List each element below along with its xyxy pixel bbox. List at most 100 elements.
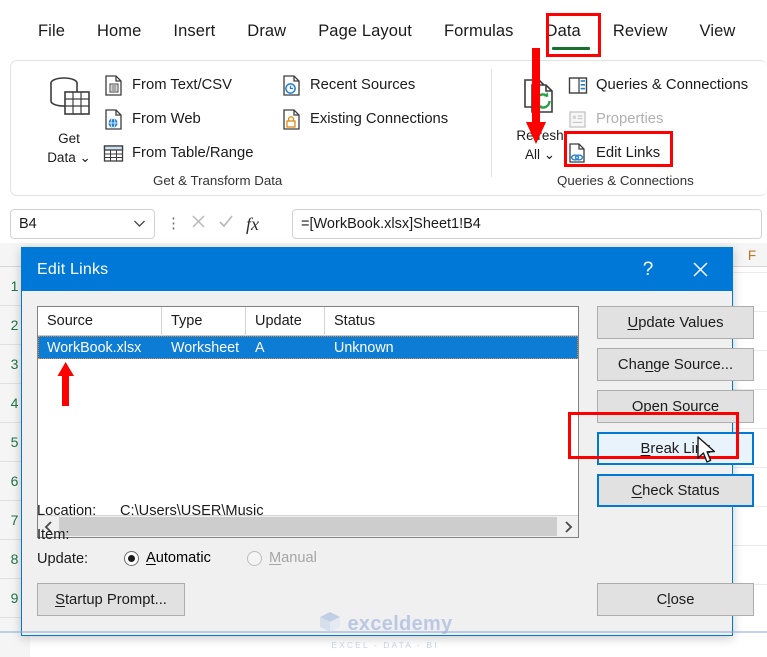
- tab-page-layout[interactable]: Page Layout: [302, 20, 428, 43]
- edit-links-label: Edit Links: [596, 145, 661, 161]
- from-text-csv-label: From Text/CSV: [132, 77, 233, 93]
- close-button[interactable]: [676, 248, 724, 291]
- web-icon: [103, 108, 124, 130]
- cell-type: Worksheet: [171, 339, 240, 356]
- ribbon-group-divider: [491, 69, 492, 177]
- data-tab-highlight-annotation: [546, 13, 601, 57]
- table-range-icon: [103, 143, 124, 164]
- radio-manual-label: Manual: [269, 550, 317, 566]
- chevron-down-icon[interactable]: ⌄: [79, 150, 90, 165]
- chevron-right-icon[interactable]: [558, 516, 578, 537]
- links-list[interactable]: Source Type Update Status WorkBook.xlsx …: [37, 306, 579, 538]
- list-horizontal-scrollbar[interactable]: [38, 515, 578, 537]
- location-value: C:\Users\USER\Music: [120, 503, 264, 519]
- existing-connections-label: Existing Connections: [310, 111, 449, 127]
- column-header-type[interactable]: Type: [162, 306, 246, 336]
- insert-function-icon[interactable]: fx: [246, 214, 259, 235]
- startup-prompt-button[interactable]: Startup Prompt...: [37, 583, 185, 616]
- column-header-update[interactable]: Update: [246, 306, 325, 336]
- from-web-button[interactable]: From Web: [103, 104, 201, 134]
- radio-automatic-indicator[interactable]: [124, 550, 139, 566]
- help-button[interactable]: ?: [626, 248, 670, 291]
- chevron-down-icon[interactable]: [133, 216, 146, 232]
- dialog-title-bar[interactable]: Edit Links ?: [22, 248, 732, 291]
- open-source-button[interactable]: Open Source: [597, 390, 754, 423]
- properties-icon: [567, 109, 588, 130]
- recent-sources-button[interactable]: Recent Sources: [281, 70, 415, 100]
- tab-insert[interactable]: Insert: [157, 20, 231, 43]
- edit-links-icon: [567, 142, 588, 164]
- dialog-title: Edit Links: [37, 260, 109, 278]
- group-label-get-transform: Get & Transform Data: [153, 173, 283, 188]
- change-source-label: Change Source...: [617, 356, 734, 373]
- break-link-button[interactable]: Break Link: [597, 432, 754, 465]
- existing-connections-icon: [281, 108, 302, 130]
- get-data-line1: Get: [58, 131, 80, 146]
- enter-icon[interactable]: [218, 214, 234, 234]
- close-dialog-label: Close: [656, 591, 695, 608]
- ribbon-body: Get Data ⌄ From Text/CSV From Web From T…: [10, 60, 767, 196]
- get-data-icon: [47, 75, 91, 126]
- edit-links-button[interactable]: Edit Links: [567, 138, 660, 168]
- tab-review[interactable]: Review: [597, 20, 684, 43]
- queries-connections-icon: [567, 75, 588, 96]
- cell-update: A: [255, 339, 265, 356]
- up-arrow-annotation: [56, 362, 76, 406]
- name-box[interactable]: B4: [10, 209, 155, 239]
- tab-view[interactable]: View: [684, 20, 752, 43]
- table-row[interactable]: WorkBook.xlsx Worksheet A Unknown: [38, 336, 578, 359]
- formula-bar-actions: fx: [182, 209, 285, 239]
- location-label: Location:: [37, 503, 97, 519]
- column-header-f[interactable]: F: [737, 243, 767, 267]
- scrollbar-thumb[interactable]: [59, 517, 557, 536]
- properties-button: Properties: [567, 104, 663, 134]
- column-header-source[interactable]: Source: [38, 306, 162, 336]
- group-label-queries-connections: Queries & Connections: [557, 173, 694, 188]
- from-web-label: From Web: [132, 111, 201, 127]
- tab-formulas[interactable]: Formulas: [428, 20, 530, 43]
- radio-manual-indicator: [247, 550, 262, 566]
- tab-home[interactable]: Home: [81, 20, 157, 43]
- watermark-line: [0, 631, 767, 633]
- get-data-label: Get Data ⌄: [47, 129, 91, 167]
- down-arrow-annotation: [525, 48, 547, 148]
- open-source-label: Open Source: [631, 398, 720, 415]
- existing-connections-button[interactable]: Existing Connections: [281, 104, 448, 134]
- update-values-button[interactable]: Update Values: [597, 306, 754, 339]
- column-header-status[interactable]: Status: [325, 307, 575, 336]
- from-table-range-label: From Table/Range: [132, 145, 254, 161]
- formula-bar: B4 ⋮ fx =[WorkBook.xlsx]Sheet1!B4: [0, 205, 767, 243]
- ribbon-tabs: File Home Insert Draw Page Layout Formul…: [22, 20, 751, 43]
- from-table-range-button[interactable]: From Table/Range: [103, 138, 253, 168]
- edit-links-dialog: Edit Links ? Source Type Update Status W…: [21, 247, 754, 636]
- formula-text: =[WorkBook.xlsx]Sheet1!B4: [301, 216, 481, 232]
- change-source-button[interactable]: Change Source...: [597, 348, 754, 381]
- formula-input[interactable]: =[WorkBook.xlsx]Sheet1!B4: [292, 209, 762, 239]
- queries-connections-label: Queries & Connections: [596, 77, 749, 93]
- formula-bar-more-icon[interactable]: ⋮: [166, 216, 181, 232]
- get-data-line2: Data: [47, 150, 76, 165]
- cancel-icon[interactable]: [191, 214, 206, 234]
- cell-status: Unknown: [334, 339, 394, 356]
- properties-label: Properties: [596, 111, 664, 127]
- cell-source: WorkBook.xlsx: [47, 339, 142, 356]
- queries-connections-button[interactable]: Queries & Connections: [567, 70, 748, 100]
- get-data-button[interactable]: Get Data ⌄: [33, 69, 105, 181]
- radio-manual: Manual: [247, 550, 317, 566]
- startup-prompt-label: Startup Prompt...: [55, 591, 167, 608]
- refresh-all-line2: All: [524, 147, 540, 162]
- check-status-button[interactable]: Check Status: [597, 474, 754, 507]
- tab-file[interactable]: File: [22, 20, 81, 43]
- radio-automatic[interactable]: Automatic: [124, 550, 211, 566]
- item-label: Item:: [37, 527, 70, 543]
- check-status-label: Check Status: [631, 482, 720, 499]
- chevron-down-icon[interactable]: ⌄: [544, 147, 555, 162]
- from-text-csv-button[interactable]: From Text/CSV: [103, 70, 232, 100]
- close-dialog-button[interactable]: Close: [597, 583, 754, 616]
- recent-sources-icon: [281, 74, 302, 96]
- break-link-label: Break Link: [640, 440, 711, 457]
- links-list-header: Source Type Update Status: [38, 306, 578, 336]
- ribbon-tab-bar: File Home Insert Draw Page Layout Formul…: [0, 0, 767, 57]
- tab-draw[interactable]: Draw: [231, 20, 302, 43]
- update-label: Update:: [37, 551, 89, 567]
